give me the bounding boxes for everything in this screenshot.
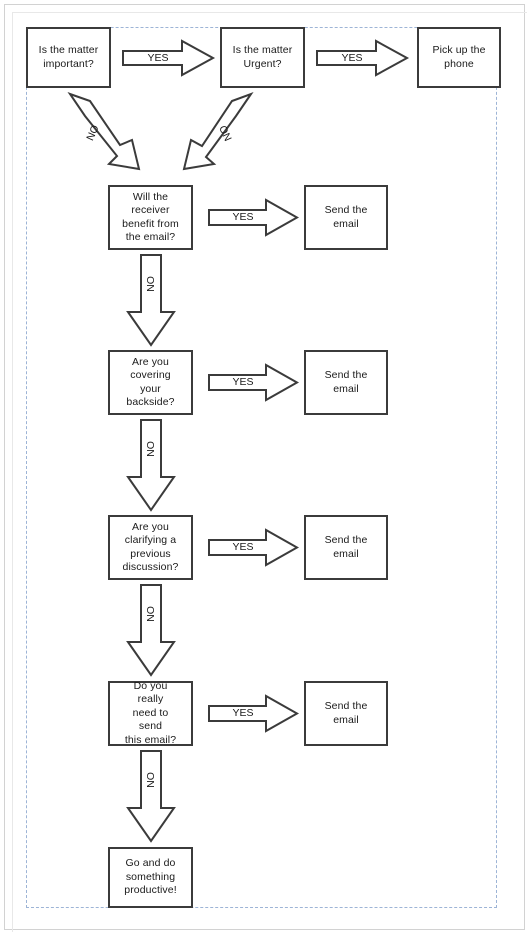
node-send-the-email-1[interactable]: Send the email: [304, 185, 388, 250]
node-line: important?: [43, 57, 94, 70]
node-line: the email?: [125, 231, 176, 243]
edge-label-yes: YES: [147, 52, 169, 64]
arrow-yes-clarifying-to-send: YES: [208, 528, 300, 567]
arrow-yes-urgent-to-phone: YES: [316, 39, 410, 77]
flowchart-page: Is the matter important? YES Is the matt…: [0, 0, 530, 935]
node-line: this email?: [124, 733, 177, 746]
edge-label-no: NO: [145, 441, 157, 457]
node-line: productive!: [124, 884, 177, 897]
node-line: clarifying a: [124, 534, 177, 546]
node-do-you-really-need-to-send[interactable]: Do you really need to send this email?: [108, 679, 193, 746]
node-line: Send the email: [324, 369, 368, 395]
node-send-the-email-3[interactable]: Send the email: [304, 515, 388, 580]
node-clarifying-previous-discussion[interactable]: Are you clarifying a previous discussion…: [108, 515, 193, 580]
node-will-receiver-benefit[interactable]: Will the receiver benefit from the email…: [108, 185, 193, 250]
node-line: Go and do: [125, 857, 176, 870]
node-line: Send the email: [324, 204, 368, 230]
node-is-matter-important[interactable]: Is the matter important?: [26, 27, 111, 88]
edge-label-yes: YES: [232, 376, 254, 388]
node-line: need to send: [132, 706, 169, 733]
node-line: backside?: [126, 396, 175, 408]
edge-label-yes: YES: [232, 211, 254, 223]
node-covering-backside[interactable]: Are you covering your backside?: [108, 350, 193, 415]
node-line: Send the email: [324, 534, 368, 560]
node-line: Will the: [132, 190, 169, 203]
arrow-no-benefit-down: NO: [126, 254, 176, 347]
arrow-yes-benefit-to-send: YES: [208, 198, 300, 237]
arrow-no-clarifying-down: NO: [126, 584, 176, 677]
node-pick-up-phone[interactable]: Pick up the phone: [417, 27, 501, 88]
arrow-no-backside-down: NO: [126, 419, 176, 512]
node-line: Send the email: [324, 700, 368, 726]
node-line: something: [125, 870, 176, 883]
arrow-no-urgent-down-left: NO: [175, 91, 270, 172]
node-line: Is the matter: [38, 44, 99, 56]
node-line: benefit from: [122, 217, 179, 230]
edge-label-yes: YES: [341, 52, 363, 64]
edge-label-no: NO: [145, 772, 157, 788]
edge-label-yes: YES: [232, 707, 254, 719]
arrow-yes-really-need-to-send: YES: [208, 694, 300, 733]
node-line: receiver: [131, 204, 170, 216]
edge-label-no: NO: [145, 276, 157, 292]
node-line: Is the matter: [232, 44, 293, 56]
node-line: Are you: [132, 355, 169, 368]
node-line: phone: [444, 57, 474, 70]
node-line: discussion?: [122, 561, 179, 573]
node-line: previous: [130, 547, 171, 560]
arrow-yes-backside-to-send: YES: [208, 363, 300, 402]
node-line: Urgent?: [243, 57, 282, 70]
node-line: Pick up the: [432, 44, 486, 56]
node-send-the-email-2[interactable]: Send the email: [304, 350, 388, 415]
edge-label-no: NO: [145, 606, 157, 622]
arrow-yes-important-to-urgent: YES: [122, 39, 216, 77]
node-send-the-email-4[interactable]: Send the email: [304, 681, 388, 746]
node-is-matter-urgent[interactable]: Is the matter Urgent?: [220, 27, 305, 88]
arrow-no-important-down-right: NO: [60, 92, 155, 172]
node-go-and-do-something-productive[interactable]: Go and do something productive!: [108, 847, 193, 908]
node-line: Do you really: [133, 679, 168, 706]
node-line: covering your: [130, 369, 171, 395]
arrow-no-really-need-down: NO: [126, 750, 176, 843]
node-line: Are you: [132, 520, 169, 533]
edge-label-yes: YES: [232, 541, 254, 553]
